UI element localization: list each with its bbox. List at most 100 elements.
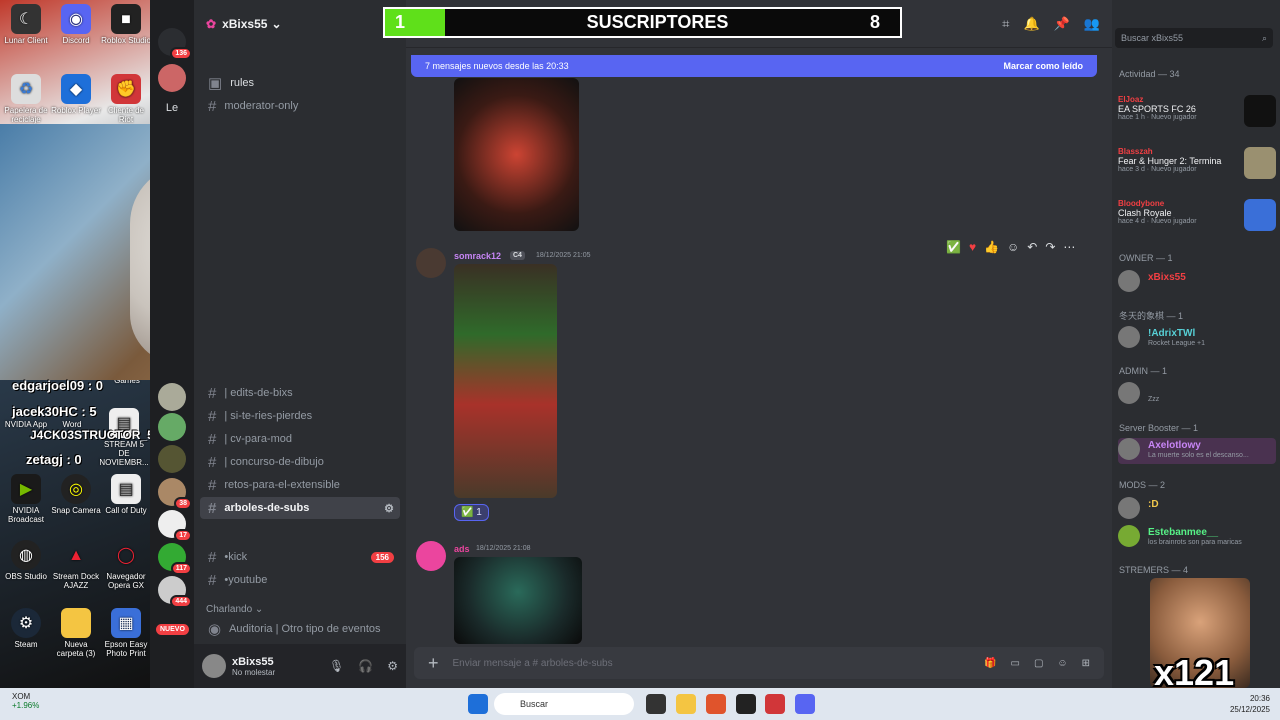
server-header[interactable]: ✿ xBixs55 ⌄ ⊕: [194, 0, 406, 48]
message-image[interactable]: [454, 557, 582, 644]
member-item[interactable]: Axelotlowy La muerte solo es el descanso.…: [1118, 438, 1276, 464]
forward-icon[interactable]: ↷: [1045, 240, 1055, 254]
sticker-icon[interactable]: ▢: [1034, 658, 1043, 669]
desktop-icon-nueva-carpeta[interactable]: Nueva carpeta (3): [50, 608, 102, 658]
channel-youtube[interactable]: # •youtube: [200, 569, 400, 591]
brave-icon[interactable]: [706, 694, 726, 714]
activity-card[interactable]: Bloodybone Clash Royale hace 4 d · Nuevo…: [1118, 199, 1276, 231]
desktop-icon-lunar-client[interactable]: ☾ Lunar Client: [0, 4, 52, 45]
voice-channel-auditoria[interactable]: ◉ Auditoria | Otro tipo de eventos: [200, 618, 400, 640]
obs-taskbar-icon[interactable]: [736, 694, 756, 714]
channel-arboles-de-subs[interactable]: # arboles-de-subs ⚙: [200, 497, 400, 519]
avatar[interactable]: [202, 654, 226, 678]
server-icon[interactable]: [158, 64, 186, 92]
reaction-check[interactable]: ✅ 1: [454, 504, 489, 521]
windows-start-icon[interactable]: [468, 694, 488, 714]
check-reaction-icon[interactable]: ✅: [946, 240, 961, 254]
pin-icon[interactable]: 📌: [1054, 16, 1070, 32]
server-icon[interactable]: [158, 413, 186, 441]
server-icon[interactable]: [158, 445, 186, 473]
desktop-icon-roblox-player[interactable]: ◆ Roblox Player: [50, 74, 102, 115]
channel-kick[interactable]: # •kick 156: [200, 546, 400, 568]
direct-messages-button[interactable]: 136: [158, 28, 192, 60]
members-icon[interactable]: 👥: [1084, 16, 1100, 32]
desktop-icon-label: Roblox Studio: [101, 36, 151, 45]
microphone-icon[interactable]: 🎙: [329, 659, 344, 673]
member-item[interactable]: !AdrixTWl Rocket League +1: [1118, 326, 1276, 352]
member-item[interactable]: Zzz: [1118, 382, 1276, 408]
discord-taskbar-icon[interactable]: [795, 694, 815, 714]
desktop-icon-riot-client[interactable]: ✊ Cliente de Riot: [100, 74, 152, 124]
member-item[interactable]: Estebanmee__ los brainrots son para maric…: [1118, 525, 1276, 551]
stock-widget[interactable]: XOM +1.96%: [12, 692, 39, 710]
desktop-icon-epson[interactable]: ▦ Epson Easy Photo Print: [100, 608, 152, 658]
bell-icon[interactable]: 🔔: [1023, 16, 1039, 32]
channel-moderator-only[interactable]: # moderator-only: [200, 95, 400, 117]
desktop-icon-opera-gx[interactable]: ◯ Navegador Opera GX: [100, 540, 152, 590]
stream-dock-taskbar-icon[interactable]: [765, 694, 785, 714]
channel-rules[interactable]: ▣ rules: [200, 72, 400, 94]
message-image[interactable]: [454, 78, 579, 231]
member-item[interactable]: :D: [1118, 497, 1276, 523]
gear-icon[interactable]: ⚙: [387, 659, 398, 673]
chevron-down-icon: ⌄: [271, 17, 282, 31]
apps-icon[interactable]: ⊞: [1082, 658, 1090, 669]
server-icon[interactable]: [158, 383, 186, 411]
server-icon[interactable]: 117: [158, 543, 192, 575]
avatar: [1118, 270, 1140, 292]
member-item[interactable]: xBixs55: [1118, 270, 1276, 296]
desktop-icon-roblox-studio[interactable]: ■ Roblox Studio: [100, 4, 152, 45]
mark-read-button[interactable]: Marcar como leído: [1003, 61, 1083, 71]
desktop-icon-obs-studio[interactable]: ◍ OBS Studio: [0, 540, 52, 581]
gif-icon[interactable]: ▭: [1010, 658, 1019, 669]
headphones-icon[interactable]: 🎧: [358, 659, 373, 673]
taskbar-search[interactable]: Buscar: [494, 693, 634, 715]
server-icon[interactable]: 17: [158, 510, 192, 542]
gift-icon[interactable]: 🎁: [984, 658, 996, 669]
channel-label: moderator-only: [224, 100, 299, 112]
system-clock[interactable]: 20:36 25/12/2025: [1230, 693, 1270, 715]
server-icon[interactable]: 444: [158, 576, 192, 608]
avatar[interactable]: [416, 248, 446, 278]
add-attachment-icon[interactable]: +: [428, 653, 439, 674]
server-icon[interactable]: 38: [158, 478, 192, 510]
desktop-icon-snap-camera[interactable]: ◎ Snap Camera: [50, 474, 102, 515]
new-messages-bar[interactable]: 7 mensajes nuevos desde las 20:33 Marcar…: [411, 55, 1097, 77]
desktop-icon-recycle-bin[interactable]: ♻ Papelera de reciclaje: [0, 74, 52, 124]
activity-card[interactable]: Blasszah Fear & Hunger 2: Termina hace 3…: [1118, 147, 1276, 179]
server-icon-le[interactable]: Le: [158, 94, 186, 122]
search-icon: ⌕: [1261, 32, 1267, 43]
message-composer[interactable]: + Enviar mensaje a # arboles-de-subs 🎁 ▭…: [414, 647, 1104, 679]
desktop-icon-label: Papelera de reciclaje: [4, 106, 48, 124]
channel-settings-icon[interactable]: ⚙: [384, 502, 394, 515]
channel-si-te-ries-pierdes[interactable]: # | si-te-ries-pierdes: [200, 405, 400, 427]
desktop-icon-steam[interactable]: ⚙ Steam: [0, 608, 52, 649]
channel-cv-para-mod[interactable]: # | cv-para-mod: [200, 428, 400, 450]
desktop-icon-call-of-duty[interactable]: ▤ Call of Duty: [100, 474, 152, 515]
reply-icon[interactable]: ↶: [1027, 240, 1037, 254]
channel-concurso-de-dibujo[interactable]: # | concurso-de-dibujo: [200, 451, 400, 473]
desktop-icon-stream-dock[interactable]: ▲ Stream Dock AJAZZ: [50, 540, 102, 590]
search-input[interactable]: Buscar xBixs55 ⌕: [1115, 28, 1273, 48]
heart-reaction-icon[interactable]: ♥: [969, 240, 976, 254]
file-explorer-icon[interactable]: [676, 694, 696, 714]
emoji-icon[interactable]: ☺: [1057, 658, 1067, 669]
avatar[interactable]: [416, 541, 446, 571]
activity-card[interactable]: ElJoaz EA SPORTS FC 26 hace 1 h · Nuevo …: [1118, 95, 1276, 127]
message-author[interactable]: ads: [454, 544, 470, 554]
threads-icon[interactable]: ⌗: [1002, 16, 1009, 32]
message-image[interactable]: [454, 264, 557, 498]
channel-retos-para-el-extensible[interactable]: # retos-para-el-extensible: [200, 474, 400, 496]
more-icon[interactable]: ⋯: [1063, 240, 1075, 254]
thumbs-up-icon[interactable]: 👍: [984, 240, 999, 254]
category-charlando[interactable]: Charlando ⌄: [206, 604, 263, 615]
message-author[interactable]: somrack12: [454, 251, 501, 261]
overlay-chat-line: edgarjoel09 : 0: [12, 378, 104, 393]
add-reaction-icon[interactable]: ☺: [1007, 240, 1019, 254]
stock-name: XOM: [12, 692, 31, 701]
desktop-icon-discord[interactable]: ◉ Discord: [50, 4, 102, 45]
task-view-icon[interactable]: [646, 694, 666, 714]
desktop-icon-nvidia-broadcast[interactable]: ▶ NVIDIA Broadcast: [0, 474, 52, 524]
channel-edits-de-bixs[interactable]: # | edits-de-bixs: [200, 382, 400, 404]
snap-camera-icon: ◎: [61, 474, 91, 504]
